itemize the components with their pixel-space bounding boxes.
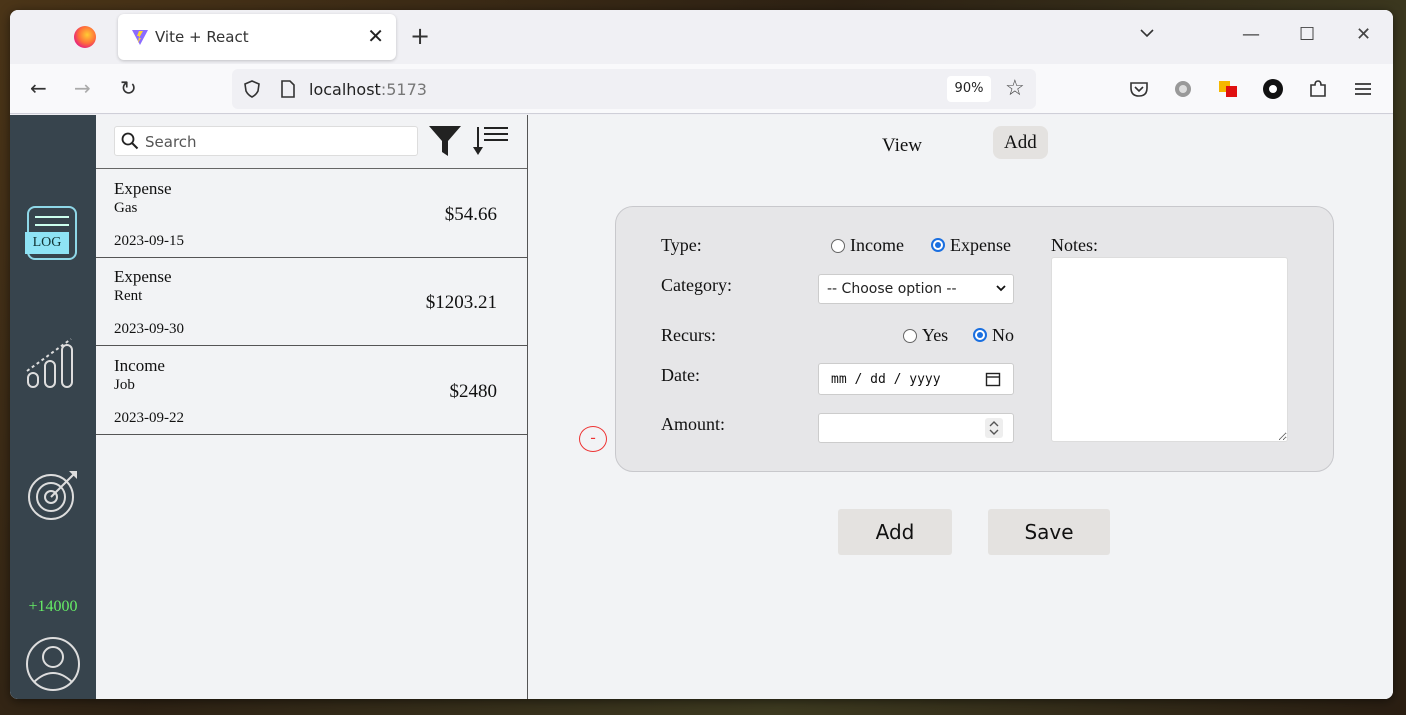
app-root: LOG +14000 Search Expense Gas 2023-09-15… [10, 115, 1393, 699]
page-icon[interactable] [278, 79, 298, 99]
eye-extension-icon[interactable] [1262, 78, 1284, 100]
chevron-down-icon [996, 285, 1006, 292]
transaction-category: Rent [114, 288, 143, 304]
recurs-label: Recurs: [661, 325, 716, 345]
transaction-date: 2023-09-15 [114, 233, 184, 249]
add-button[interactable]: Add [838, 509, 952, 555]
search-box[interactable] [114, 126, 418, 156]
tab-title: Vite + React [155, 28, 249, 46]
search-input[interactable] [145, 131, 413, 153]
close-tab-icon[interactable]: ✕ [367, 24, 384, 48]
transaction-form: Type: Income Expense Notes: Category: --… [615, 206, 1334, 472]
recurs-yes-radio[interactable] [903, 329, 917, 343]
recurs-no-label[interactable]: No [992, 325, 1014, 346]
gear-extension-icon[interactable] [1172, 78, 1194, 100]
browser-window: Vite + React ✕ + — ☐ ✕ ← → ↻ localhost:5… [10, 10, 1393, 699]
goal-target-icon[interactable] [27, 469, 79, 521]
transaction-type: Expense [114, 267, 172, 286]
list-header [96, 115, 527, 169]
recurs-yes-label[interactable]: Yes [922, 325, 948, 346]
transaction-category: Job [114, 377, 135, 393]
balance-total: +14000 [28, 598, 78, 615]
category-label: Category: [661, 275, 732, 295]
filter-icon[interactable] [428, 125, 462, 157]
log-label[interactable]: LOG [25, 232, 69, 254]
menu-icon[interactable] [1352, 78, 1374, 100]
amount-label: Amount: [661, 414, 726, 434]
new-tab-icon[interactable]: + [410, 22, 430, 50]
tab-view[interactable]: View [874, 131, 930, 161]
chart-nav-icon[interactable] [25, 335, 79, 389]
income-radio[interactable] [831, 239, 845, 253]
notes-label: Notes: [1051, 235, 1098, 255]
main-content: View Add - Type: Income Expense Notes: C… [528, 115, 1393, 699]
transaction-amount: $1203.21 [425, 292, 497, 313]
search-icon [121, 132, 139, 150]
category-select-value: -- Choose option -- [827, 281, 957, 297]
tab-strip: Vite + React ✕ + — ☐ ✕ [10, 10, 1393, 64]
transaction-type: Income [114, 356, 165, 375]
transaction-date: 2023-09-22 [114, 410, 184, 426]
remove-entry-button[interactable]: - [579, 426, 607, 452]
url-bar[interactable]: localhost:5173 90% ☆ [232, 69, 1036, 109]
sort-icon[interactable] [472, 125, 510, 157]
reload-icon[interactable]: ↻ [120, 76, 137, 100]
transaction-row[interactable]: Expense Gas 2023-09-15 $54.66 [96, 170, 527, 258]
transaction-type: Expense [114, 179, 172, 198]
type-label: Type: [661, 235, 702, 255]
transaction-category: Gas [114, 200, 138, 216]
shield-icon[interactable] [242, 79, 262, 99]
tab-add[interactable]: Add [993, 126, 1048, 159]
category-select[interactable]: -- Choose option -- [818, 274, 1014, 304]
minimize-icon[interactable]: — [1242, 24, 1260, 45]
vite-icon [132, 30, 148, 45]
firefox-icon[interactable] [74, 26, 96, 48]
transaction-amount: $2480 [449, 381, 498, 402]
color-extension-icon[interactable] [1217, 78, 1239, 100]
transaction-row[interactable]: Income Job 2023-09-22 $2480 [96, 347, 527, 435]
forward-icon[interactable]: → [74, 76, 91, 100]
pocket-icon[interactable] [1128, 78, 1150, 100]
save-button[interactable]: Save [988, 509, 1110, 555]
transaction-amount: $54.66 [444, 204, 497, 225]
transaction-date: 2023-09-30 [114, 321, 184, 337]
expense-radio-label[interactable]: Expense [950, 235, 1011, 256]
user-avatar-icon[interactable] [25, 636, 81, 692]
zoom-level[interactable]: 90% [947, 76, 991, 102]
recurs-no-radio[interactable] [973, 328, 987, 342]
transaction-row[interactable]: Expense Rent 2023-09-30 $1203.21 [96, 258, 527, 346]
date-label: Date: [661, 365, 700, 385]
amount-input[interactable] [818, 413, 1014, 443]
sidebar: LOG +14000 [10, 115, 96, 699]
chevron-down-icon[interactable] [1138, 24, 1156, 42]
expense-radio[interactable] [931, 238, 945, 252]
bookmark-star-icon[interactable]: ☆ [1005, 75, 1025, 101]
navigation-bar: ← → ↻ localhost:5173 90% ☆ [10, 64, 1393, 114]
calendar-icon[interactable] [985, 371, 1001, 387]
url-text[interactable]: localhost:5173 [309, 80, 427, 99]
number-spinner-icon[interactable] [985, 418, 1003, 438]
back-icon[interactable]: ← [30, 76, 47, 100]
browser-tab[interactable]: Vite + React ✕ [118, 14, 396, 60]
transaction-list-panel: Expense Gas 2023-09-15 $54.66 Expense Re… [96, 115, 528, 699]
extensions-puzzle-icon[interactable] [1307, 78, 1329, 100]
date-input[interactable]: mm / dd / yyyy [818, 363, 1014, 395]
maximize-icon[interactable]: ☐ [1299, 24, 1315, 45]
income-radio-label[interactable]: Income [850, 235, 904, 256]
notes-textarea[interactable] [1051, 257, 1288, 442]
close-window-icon[interactable]: ✕ [1356, 24, 1371, 45]
date-placeholder: mm / dd / yyyy [831, 372, 941, 387]
